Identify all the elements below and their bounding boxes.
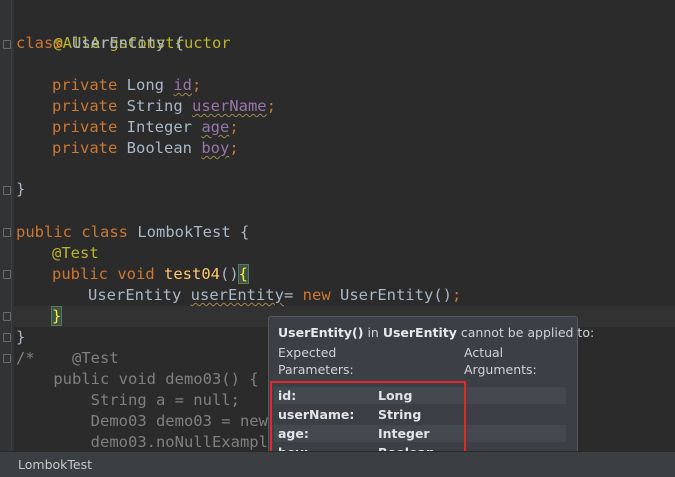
actual-header: Actual Arguments:: [464, 344, 537, 378]
expected-header-line: Parameters:: [278, 362, 354, 377]
class-name: UserEntity {: [62, 34, 184, 52]
comment-text: @Test: [34, 349, 119, 367]
actual-header-line: Arguments:: [464, 362, 537, 377]
closing-brace: }: [16, 328, 26, 346]
comment-text: Demo03 demo03 = new: [16, 412, 268, 430]
field-name: id: [173, 76, 192, 94]
field-line: private Long id;: [52, 75, 201, 96]
keyword: public: [16, 223, 72, 241]
gutter-divider: [11, 0, 12, 451]
keyword: new: [302, 286, 331, 304]
editor-tab-bar: LombokTest: [0, 451, 675, 477]
fold-marker[interactable]: [3, 228, 11, 237]
matched-brace: {: [237, 264, 250, 284]
keyword: private: [52, 139, 118, 157]
fold-marker[interactable]: [3, 333, 11, 342]
code-line: @Test: [52, 243, 99, 264]
code-line: class UserEntity {: [16, 33, 184, 54]
comment-text: String a = null;: [16, 391, 240, 409]
comment-line: /* @Test: [16, 348, 119, 369]
closing-brace: }: [16, 180, 26, 198]
type: Integer: [117, 118, 202, 136]
keyword: public: [52, 265, 108, 283]
param-name: age:: [278, 426, 309, 441]
parens: (): [220, 265, 239, 283]
type: Long: [117, 76, 174, 94]
keyword: private: [52, 76, 118, 94]
constructor-call: UserEntity: [330, 286, 434, 304]
keyword: private: [52, 97, 118, 115]
comment-text: public void demo03() {: [16, 370, 259, 388]
comment-line: public void demo03() {: [16, 369, 259, 390]
tooltip-ctor: UserEntity(): [278, 325, 364, 340]
keyword: void: [108, 265, 155, 283]
actual-header-line: Actual: [464, 345, 504, 360]
code-line: }: [16, 327, 25, 348]
error-tooltip: UserEntity() in UserEntity cannot be app…: [268, 316, 594, 470]
method-name: test04: [154, 265, 220, 283]
param-row: userName: String: [274, 406, 566, 423]
tab-lomboktest[interactable]: LombokTest: [18, 457, 92, 472]
keyword: private: [52, 118, 118, 136]
field-name: boy: [201, 139, 230, 157]
tooltip-text: in: [363, 325, 383, 340]
param-type: Long: [378, 388, 413, 403]
comment-text: demo03.noNullExample: [16, 433, 278, 451]
expected-header: Expected Parameters:: [278, 344, 354, 378]
expected-header-line: Expected: [278, 345, 337, 360]
field-line: private String userName;: [52, 96, 276, 117]
code-line: public void test04(){: [52, 264, 250, 285]
comment-start: /*: [16, 349, 35, 367]
fold-marker[interactable]: [3, 40, 11, 49]
variable-name: userEntity: [190, 286, 284, 304]
param-type: Integer: [378, 426, 430, 441]
operator: =: [283, 286, 303, 304]
type: Boolean: [117, 139, 202, 157]
tooltip-class: UserEntity: [382, 325, 457, 340]
class-name: LombokTest {: [128, 223, 250, 241]
comment-line: demo03.noNullExample: [16, 432, 278, 451]
param-row: id: Long: [274, 387, 566, 404]
semicolon: ;: [266, 97, 276, 115]
fold-marker[interactable]: [3, 354, 11, 363]
text-caret: [61, 308, 63, 325]
code-line: @AllArgsConstructor: [16, 12, 230, 52]
code-line: public class LombokTest {: [16, 222, 249, 243]
keyword: class: [72, 223, 128, 241]
comment-line: String a = null;: [16, 390, 240, 411]
param-name: userName:: [278, 407, 355, 422]
field-line: private Boolean boy;: [52, 138, 239, 159]
matched-brace: }: [50, 306, 63, 326]
param-name: id:: [278, 388, 297, 403]
field-name: age: [201, 118, 230, 136]
field-name: userName: [191, 97, 267, 115]
tooltip-text: cannot be applied to:: [456, 325, 595, 340]
param-row: age: Integer: [274, 425, 566, 442]
semicolon: ;: [229, 139, 239, 157]
semicolon: ;: [192, 76, 202, 94]
keyword: class: [16, 34, 63, 52]
code-line: }: [50, 306, 63, 327]
code-line: }: [16, 179, 25, 200]
field-line: private Integer age;: [52, 117, 239, 138]
parens: (): [433, 286, 452, 304]
fold-marker[interactable]: [3, 270, 11, 279]
code-line: UserEntity userEntity= new UserEntity();: [88, 285, 461, 306]
semicolon: ;: [229, 118, 239, 136]
type: UserEntity: [88, 286, 191, 304]
annotation-test: @Test: [52, 244, 99, 262]
fold-marker[interactable]: [3, 186, 11, 195]
comment-line: Demo03 demo03 = new: [16, 411, 268, 432]
param-type: String: [378, 407, 422, 422]
semicolon: ;: [451, 286, 462, 304]
fold-marker[interactable]: [3, 312, 11, 321]
type: String: [117, 97, 192, 115]
tooltip-title: UserEntity() in UserEntity cannot be app…: [278, 325, 594, 340]
